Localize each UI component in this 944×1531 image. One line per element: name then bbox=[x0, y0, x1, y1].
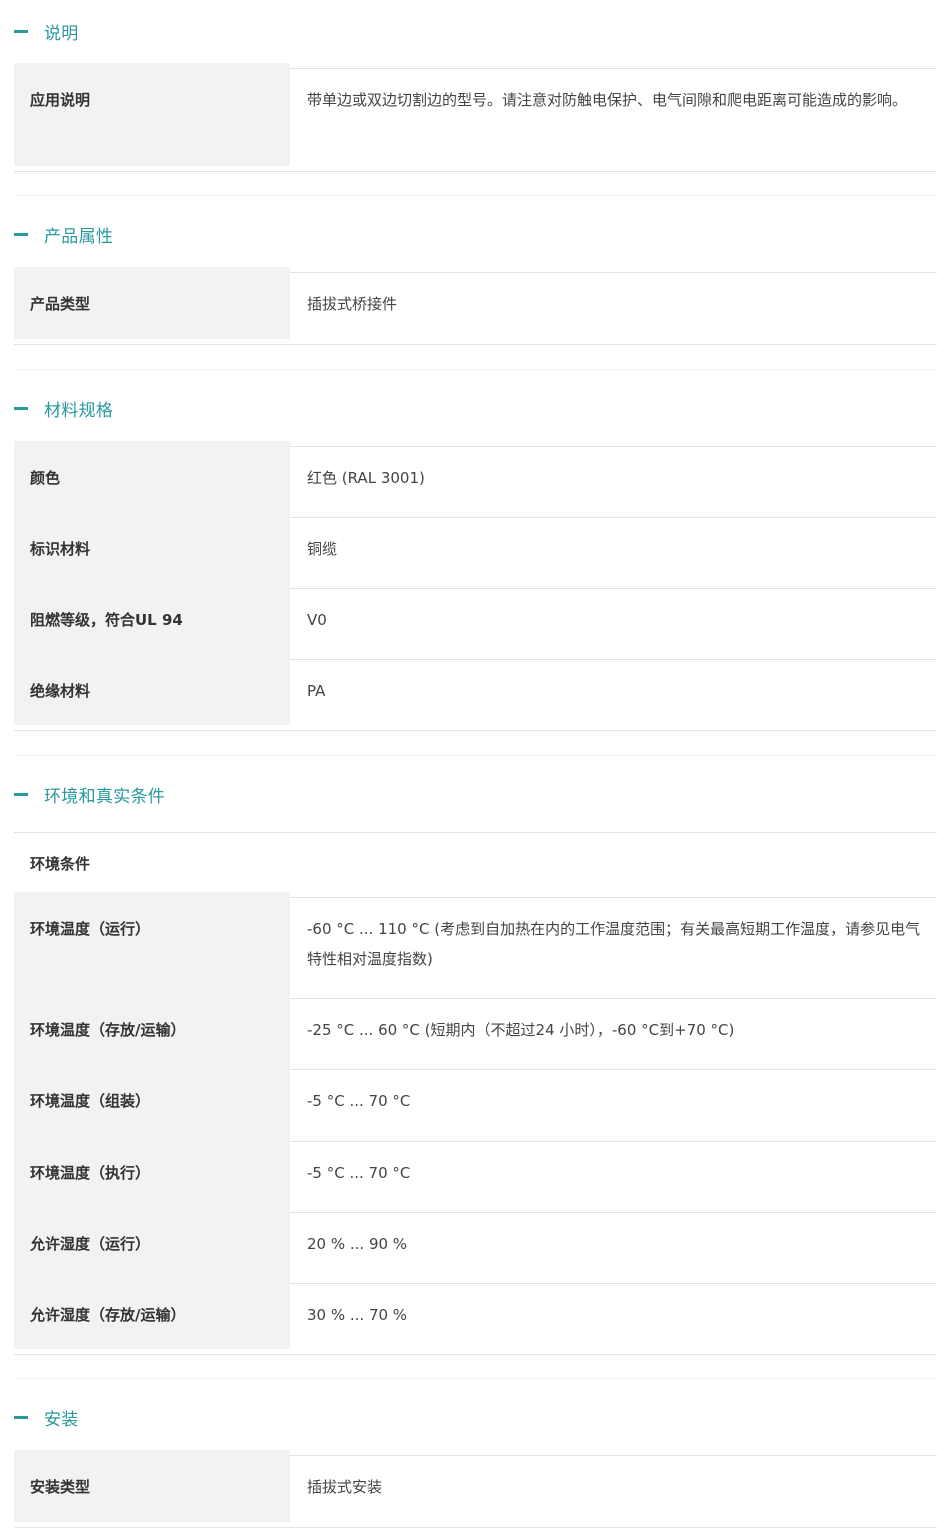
minus-icon[interactable] bbox=[14, 29, 28, 33]
table-row: 阻燃等级，符合UL 94 V0 bbox=[14, 583, 937, 660]
section-divider bbox=[14, 755, 937, 756]
row-value: 20 % ... 90 % bbox=[307, 1235, 408, 1253]
table-row: 环境温度（执行） -5 °C ... 70 °C bbox=[14, 1136, 937, 1213]
minus-icon[interactable] bbox=[14, 792, 28, 796]
row-value: 插拔式安装 bbox=[307, 1478, 383, 1496]
row-label: 环境温度（运行） bbox=[14, 892, 290, 993]
row-value: 30 % ... 70 % bbox=[307, 1306, 408, 1324]
minus-icon[interactable] bbox=[14, 1415, 28, 1419]
section-title: 材料规格 bbox=[44, 400, 114, 421]
row-value: -60 °C ... 110 °C (考虑到自加热在内的工作温度范围；有关最高短… bbox=[307, 920, 921, 968]
row-label: 允许湿度（存放/运输） bbox=[14, 1278, 290, 1349]
section-divider bbox=[14, 195, 937, 196]
table-row: 安装类型 插拔式安装 bbox=[14, 1450, 937, 1528]
spec-page: 说明 应用说明 带单边或双边切割边的型号。请注意对防触电保护、电气间隙和爬电距离… bbox=[0, 0, 944, 1531]
row-value: -5 °C ... 70 °C bbox=[307, 1164, 411, 1182]
row-label: 允许湿度（运行） bbox=[14, 1207, 290, 1278]
section-header-environment[interactable]: 环境和真实条件 bbox=[14, 778, 165, 810]
section-divider bbox=[14, 369, 937, 370]
table-row: 允许湿度（存放/运输） 30 % ... 70 % bbox=[14, 1278, 937, 1355]
section-header-installation[interactable]: 安装 bbox=[14, 1401, 79, 1433]
row-label: 环境温度（执行） bbox=[14, 1136, 290, 1207]
section-title: 环境和真实条件 bbox=[44, 786, 166, 807]
spec-table-material-specs: 颜色 红色 (RAL 3001) 标识材料 铜缆 阻燃等级，符合UL 94 V0… bbox=[14, 441, 937, 731]
row-value: PA bbox=[307, 682, 326, 700]
table-subheader: 环境条件 bbox=[30, 855, 91, 873]
section-header-description[interactable]: 说明 bbox=[14, 15, 79, 47]
row-label: 产品类型 bbox=[14, 267, 290, 339]
spec-table-product-properties: 产品类型 插拔式桥接件 bbox=[14, 267, 937, 345]
row-label: 应用说明 bbox=[14, 63, 290, 166]
row-value: 带单边或双边切割边的型号。请注意对防触电保护、电气间隙和爬电距离可能造成的影响。 bbox=[307, 91, 908, 109]
row-value: -5 °C ... 70 °C bbox=[307, 1092, 411, 1110]
spec-table-environment: 环境条件 环境温度（运行） -60 °C ... 110 °C (考虑到自加热在… bbox=[14, 832, 937, 1355]
row-label: 绝缘材料 bbox=[14, 654, 290, 725]
table-row: 环境温度（组装） -5 °C ... 70 °C bbox=[14, 1064, 937, 1142]
section-title: 说明 bbox=[44, 23, 79, 44]
row-label: 环境温度（存放/运输） bbox=[14, 993, 290, 1064]
section-divider bbox=[14, 1378, 937, 1379]
section-title: 产品属性 bbox=[44, 226, 114, 247]
table-row: 绝缘材料 PA bbox=[14, 654, 937, 731]
table-row: 颜色 红色 (RAL 3001) bbox=[14, 441, 937, 518]
table-row: 允许湿度（运行） 20 % ... 90 % bbox=[14, 1207, 937, 1284]
row-label: 标识材料 bbox=[14, 512, 290, 583]
table-row: 应用说明 带单边或双边切割边的型号。请注意对防触电保护、电气间隙和爬电距离可能造… bbox=[14, 63, 937, 172]
spec-table-installation: 安装类型 插拔式安装 bbox=[14, 1450, 937, 1528]
section-header-product-properties[interactable]: 产品属性 bbox=[14, 218, 113, 250]
minus-icon[interactable] bbox=[14, 406, 28, 410]
row-value: V0 bbox=[307, 611, 327, 629]
table-row: 环境温度（存放/运输） -25 °C ... 60 °C (短期内（不超过24 … bbox=[14, 993, 937, 1070]
table-row: 标识材料 铜缆 bbox=[14, 512, 937, 589]
row-value: 插拔式桥接件 bbox=[307, 295, 398, 313]
row-value: 红色 (RAL 3001) bbox=[307, 469, 425, 487]
row-label: 颜色 bbox=[14, 441, 290, 512]
section-title: 安装 bbox=[44, 1409, 79, 1430]
spec-table-description: 应用说明 带单边或双边切割边的型号。请注意对防触电保护、电气间隙和爬电距离可能造… bbox=[14, 63, 937, 172]
minus-icon[interactable] bbox=[14, 232, 28, 236]
row-label: 安装类型 bbox=[14, 1450, 290, 1522]
row-value: 铜缆 bbox=[307, 540, 338, 558]
table-row: 产品类型 插拔式桥接件 bbox=[14, 267, 937, 345]
table-row: 环境温度（运行） -60 °C ... 110 °C (考虑到自加热在内的工作温… bbox=[14, 892, 937, 999]
row-label: 环境温度（组装） bbox=[14, 1064, 290, 1136]
table-subheader-row: 环境条件 bbox=[14, 833, 937, 898]
row-value: -25 °C ... 60 °C (短期内（不超过24 小时），-60 °C到+… bbox=[307, 1021, 735, 1039]
section-header-material-specs[interactable]: 材料规格 bbox=[14, 392, 113, 424]
row-label: 阻燃等级，符合UL 94 bbox=[14, 583, 290, 654]
